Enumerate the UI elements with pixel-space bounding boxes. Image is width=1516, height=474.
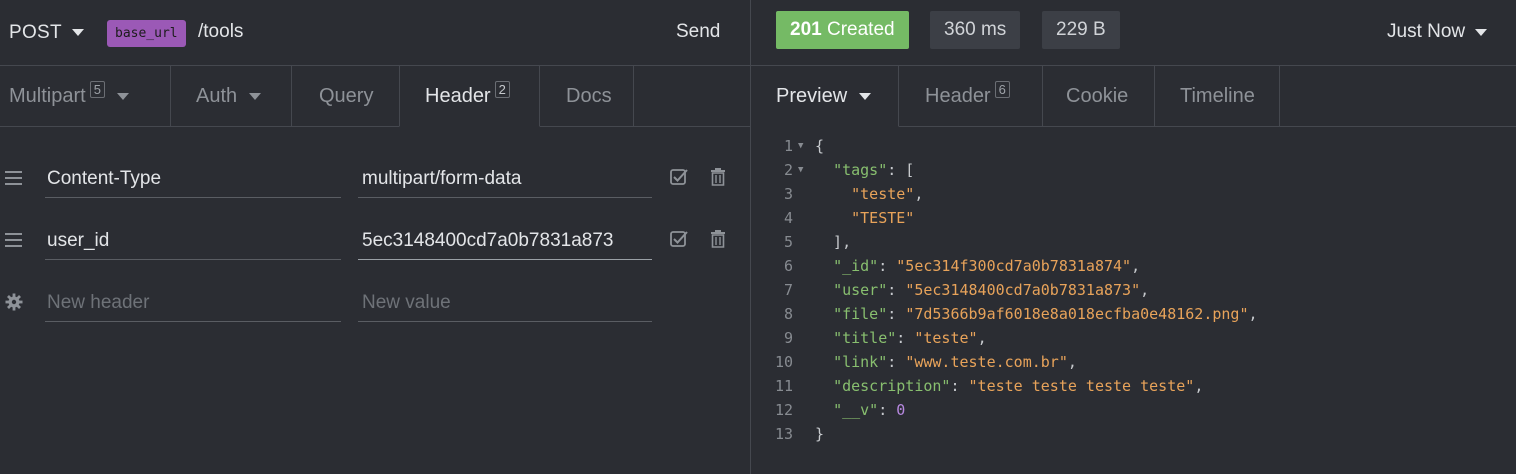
fold-toggle-icon[interactable]: ▼ bbox=[798, 134, 803, 158]
drag-handle-icon[interactable] bbox=[5, 233, 22, 251]
url-variable-tag[interactable]: base_url bbox=[107, 20, 186, 47]
chevron-down-icon[interactable] bbox=[72, 29, 84, 36]
line-number: 2 bbox=[783, 161, 793, 179]
tab-response-header[interactable]: Header 6 bbox=[899, 66, 1042, 127]
tab-spacer bbox=[1280, 66, 1516, 127]
code-text: { bbox=[815, 137, 825, 155]
code-text: ], bbox=[815, 233, 852, 251]
tab-label: Query bbox=[319, 84, 374, 107]
new-header-row: New header New value bbox=[0, 271, 750, 331]
tab-label: Multipart bbox=[9, 84, 86, 107]
trash-icon[interactable] bbox=[709, 229, 727, 249]
line-number: 5 bbox=[783, 233, 793, 251]
tab-preview[interactable]: Preview bbox=[751, 66, 899, 127]
line-number: 11 bbox=[774, 377, 793, 395]
tab-count-badge: 6 bbox=[994, 80, 1010, 98]
line-number: 10 bbox=[774, 353, 793, 371]
line-number: 1 bbox=[783, 137, 793, 155]
line-number: 12 bbox=[774, 401, 793, 419]
tab-auth[interactable]: Auth bbox=[171, 66, 291, 127]
code-text: "teste", bbox=[851, 185, 924, 203]
header-value-input[interactable]: 5ec3148400cd7a0b7831a873 bbox=[358, 224, 652, 260]
tab-label: Header bbox=[425, 84, 491, 107]
code-text: "TESTE" bbox=[851, 209, 915, 227]
response-time: 360 ms bbox=[930, 11, 1021, 49]
tab-label: Header bbox=[925, 84, 991, 107]
fold-toggle-icon[interactable]: ▼ bbox=[798, 158, 803, 182]
status-badge: 201 Created bbox=[776, 11, 909, 49]
send-button[interactable]: Send bbox=[676, 21, 720, 43]
url-bar: POST base_url /tools Send bbox=[0, 0, 750, 66]
request-pane: POST base_url /tools Send Multipart 5 Aut… bbox=[0, 0, 750, 474]
tab-spacer bbox=[634, 66, 750, 127]
code-text: "user": "5ec3148400cd7a0b7831a873", bbox=[833, 281, 1150, 299]
code-text: "__v": 0 bbox=[833, 401, 906, 419]
status-code: 201 bbox=[790, 19, 822, 40]
line-number: 7 bbox=[783, 281, 793, 299]
tab-timeline[interactable]: Timeline bbox=[1155, 66, 1280, 127]
code-text: "description": "teste teste teste teste"… bbox=[833, 377, 1204, 395]
tab-query[interactable]: Query bbox=[292, 66, 400, 127]
chevron-down-icon bbox=[249, 92, 262, 100]
code-text: "file": "7d5366b9af6018e8a018ecfba0e4816… bbox=[833, 305, 1258, 323]
history-dropdown[interactable]: Just Now bbox=[1387, 21, 1465, 43]
code-text: "link": "www.teste.com.br", bbox=[833, 353, 1077, 371]
tab-cookie[interactable]: Cookie bbox=[1043, 66, 1155, 127]
tab-count-badge: 5 bbox=[89, 80, 105, 98]
checkbox-checked-icon[interactable] bbox=[669, 229, 689, 249]
request-tabs: Multipart 5 Auth Query Header 2 Docs bbox=[0, 66, 750, 127]
tab-label: Auth bbox=[196, 84, 238, 107]
tab-label: Cookie bbox=[1066, 84, 1129, 107]
trash-icon[interactable] bbox=[709, 167, 727, 187]
code-text: "tags": [ bbox=[833, 161, 915, 179]
header-value-input[interactable]: multipart/form-data bbox=[358, 162, 652, 198]
chevron-down-icon bbox=[116, 92, 129, 100]
drag-handle-icon[interactable] bbox=[5, 171, 22, 189]
line-number: 3 bbox=[783, 185, 793, 203]
line-number: 9 bbox=[783, 329, 793, 347]
new-header-value-input[interactable]: New value bbox=[358, 286, 652, 322]
gear-icon[interactable] bbox=[5, 293, 23, 311]
line-number: 8 bbox=[783, 305, 793, 323]
chevron-down-icon bbox=[859, 92, 872, 100]
header-row: Content-Type multipart/form-data bbox=[0, 147, 750, 207]
chevron-down-icon[interactable] bbox=[1475, 29, 1487, 36]
tab-label: Docs bbox=[566, 84, 612, 107]
response-status-bar: 201 Created 360 ms 229 B Just Now bbox=[751, 0, 1516, 66]
tab-header[interactable]: Header 2 bbox=[399, 66, 540, 127]
tab-count-badge: 2 bbox=[494, 80, 510, 98]
tab-docs[interactable]: Docs bbox=[540, 66, 634, 127]
tab-label: Preview bbox=[776, 84, 848, 107]
header-row: user_id 5ec3148400cd7a0b7831a873 bbox=[0, 209, 750, 269]
checkbox-checked-icon[interactable] bbox=[669, 167, 689, 187]
line-number: 13 bbox=[774, 425, 793, 443]
tab-label: Timeline bbox=[1180, 84, 1255, 107]
method-select[interactable]: POST bbox=[9, 22, 62, 44]
new-header-name-input[interactable]: New header bbox=[45, 286, 341, 322]
code-text: "_id": "5ec314f300cd7a0b7831a874", bbox=[833, 257, 1141, 275]
response-tabs: Preview Header 6 Cookie Timeline bbox=[751, 66, 1516, 127]
code-text: } bbox=[815, 425, 825, 443]
tab-multipart[interactable]: Multipart 5 bbox=[0, 66, 170, 127]
header-name-input[interactable]: user_id bbox=[45, 224, 341, 260]
line-number: 4 bbox=[783, 209, 793, 227]
url-input[interactable]: /tools bbox=[198, 21, 243, 43]
line-number: 6 bbox=[783, 257, 793, 275]
status-text: Created bbox=[826, 19, 895, 40]
header-name-input[interactable]: Content-Type bbox=[45, 162, 341, 198]
response-size: 229 B bbox=[1042, 11, 1120, 49]
code-text: "title": "teste", bbox=[833, 329, 987, 347]
